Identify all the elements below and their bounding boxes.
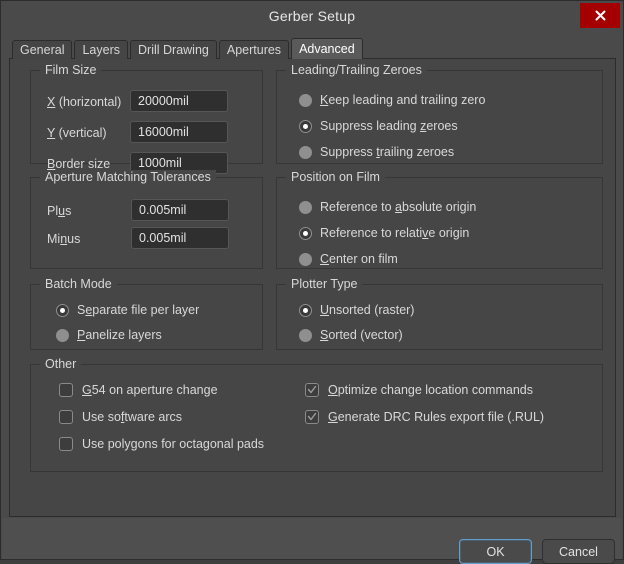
radio-label: Suppress trailing zeroes [320,145,455,159]
group-plotter-type-legend: Plotter Type [286,277,363,291]
group-film-size-legend: Film Size [40,63,102,77]
radio-keep-leading-and-trailing-zero[interactable]: Keep leading and trailing zero [299,93,485,107]
group-leading-trailing-zeroes: Leading/Trailing Zeroes Keep leading and… [276,63,603,164]
input-film-size-x[interactable] [130,90,228,112]
group-tolerances-legend: Aperture Matching Tolerances [40,170,216,184]
window-title: Gerber Setup [268,7,356,24]
group-plotter-type: Plotter Type Unsorted (raster) Sorted (v… [276,277,603,350]
input-tolerance-plus[interactable] [131,199,229,221]
input-tolerance-minus[interactable] [131,227,229,249]
radio-indicator [299,303,312,317]
group-other: Other G54 on aperture change Use softwar… [30,357,603,472]
group-batch-mode-legend: Batch Mode [40,277,117,291]
radio-label: Sorted (vector) [320,328,403,342]
radio-indicator [299,145,312,159]
tab-layers[interactable]: Layers [74,40,129,59]
label-y-vertical: Y (vertical) [47,126,107,140]
radio-label: Suppress leading zeroes [320,119,458,133]
group-position-legend: Position on Film [286,170,385,184]
tab-apertures[interactable]: Apertures [218,40,290,59]
radio-label: Reference to absolute origin [320,200,477,214]
checkbox-label: Optimize change location commands [328,383,533,397]
radio-reference-to-absolute-origin[interactable]: Reference to absolute origin [299,200,476,214]
ok-button[interactable]: OK [459,539,532,564]
radio-reference-to-relative-origin[interactable]: Reference to relative origin [299,226,469,240]
tab-strip: General Layers Drill Drawing Apertures A… [12,38,365,59]
tab-drill-drawing[interactable]: Drill Drawing [130,40,217,59]
radio-center-on-film[interactable]: Center on film [299,252,398,266]
radio-label: Center on film [320,252,398,266]
checkbox-use-polygons-for-octagonal-pads[interactable]: Use polygons for octagonal pads [59,437,264,451]
check-icon [307,385,317,394]
label-plus: Plus [47,204,72,218]
radio-suppress-trailing-zeroes[interactable]: Suppress trailing zeroes [299,145,454,159]
input-film-size-y[interactable] [130,121,228,143]
radio-unsorted-raster[interactable]: Unsorted (raster) [299,303,414,317]
group-batch-mode: Batch Mode Separate file per layer Panel… [30,277,263,350]
radio-separate-file-per-layer[interactable]: Separate file per layer [56,303,199,317]
checkbox-label: Generate DRC Rules export file (.RUL) [328,410,545,424]
radio-indicator [56,303,69,317]
close-button[interactable] [580,3,620,28]
tab-advanced[interactable]: Advanced [291,38,363,59]
checkbox-label: Use polygons for octagonal pads [82,437,265,451]
group-aperture-matching-tolerances: Aperture Matching Tolerances Plus Minus [30,170,263,269]
radio-indicator [299,252,312,266]
checkbox-generate-drc-rules-export-file[interactable]: Generate DRC Rules export file (.RUL) [305,410,544,424]
group-zeroes-legend: Leading/Trailing Zeroes [286,63,427,77]
radio-indicator [299,328,312,342]
checkbox-use-software-arcs[interactable]: Use software arcs [59,410,182,424]
radio-label: Separate file per layer [77,303,200,317]
close-icon [595,10,606,21]
checkbox-label: G54 on aperture change [82,383,218,397]
checkbox-indicator [59,437,73,451]
advanced-tab-panel: Film Size X (horizontal) Y (vertical) Bo… [9,58,616,517]
radio-suppress-leading-zeroes[interactable]: Suppress leading zeroes [299,119,458,133]
radio-label: Reference to relative origin [320,226,470,240]
group-position-on-film: Position on Film Reference to absolute o… [276,170,603,269]
gerber-setup-dialog: Gerber Setup General Layers Drill Drawin… [0,0,624,564]
checkbox-label: Use software arcs [82,410,183,424]
group-other-legend: Other [40,357,82,371]
label-border-size: Border size [47,157,111,171]
radio-indicator [299,226,312,240]
checkbox-indicator [305,410,319,424]
radio-indicator [299,93,312,107]
check-icon [307,412,317,421]
cancel-button[interactable]: Cancel [542,539,615,564]
checkbox-optimize-change-location-commands[interactable]: Optimize change location commands [305,383,533,397]
checkbox-indicator [59,410,73,424]
group-film-size: Film Size X (horizontal) Y (vertical) Bo… [30,63,263,174]
label-x-horizontal: X (horizontal) [47,95,122,109]
dialog-footer: OK Cancel [2,518,622,564]
radio-panelize-layers[interactable]: Panelize layers [56,328,162,342]
tab-general[interactable]: General [12,40,73,59]
label-minus: Minus [47,232,81,246]
radio-indicator [56,328,69,342]
title-bar: Gerber Setup [1,1,623,30]
checkbox-indicator [305,383,319,397]
radio-indicator [299,119,312,133]
radio-label: Keep leading and trailing zero [320,93,486,107]
radio-sorted-vector[interactable]: Sorted (vector) [299,328,403,342]
radio-label: Unsorted (raster) [320,303,415,317]
checkbox-g54-on-aperture-change[interactable]: G54 on aperture change [59,383,218,397]
radio-label: Panelize layers [77,328,162,342]
radio-indicator [299,200,312,214]
checkbox-indicator [59,383,73,397]
